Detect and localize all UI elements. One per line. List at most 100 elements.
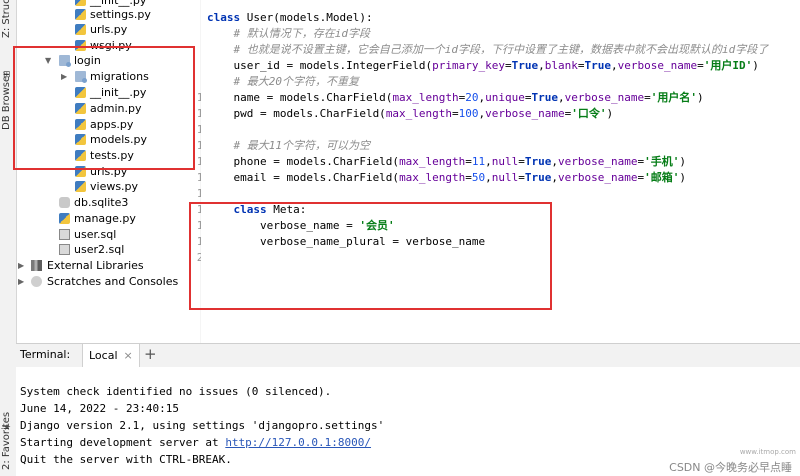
terminal-tab-bar: Terminal: Local × + <box>16 343 800 368</box>
code-token: max_length <box>399 171 466 184</box>
code-token: = <box>697 59 704 72</box>
tab-local[interactable]: Local × <box>82 344 140 367</box>
code-line: # 最大20个字符，不重复 <box>207 74 359 90</box>
code-token: # 默认情况下，存在id字段 <box>207 27 370 40</box>
chevron-right-icon[interactable]: ▶ <box>18 258 24 274</box>
code-token: True <box>524 155 552 168</box>
code-token: = <box>524 91 532 104</box>
code-token: null <box>491 171 519 184</box>
watermark-site: www.itmop.com <box>739 448 796 456</box>
code-token: primary_key <box>432 59 506 72</box>
terminal-line: Quit the server with CTRL-BREAK. <box>20 453 232 466</box>
code-token: '手机' <box>644 155 680 168</box>
terminal-line: June 14, 2022 - 23:40:15 <box>20 402 179 415</box>
python-file-icon <box>75 0 86 6</box>
code-token: , <box>611 59 618 72</box>
code-token: verbose_name <box>485 107 565 120</box>
code-token: ) <box>679 171 687 184</box>
python-file-icon <box>75 9 86 20</box>
close-icon[interactable]: × <box>124 349 133 362</box>
code-token: '用户名' <box>650 91 698 104</box>
code-line: user_id = models.IntegerField(primary_ke… <box>207 58 759 74</box>
code-token: = <box>518 155 525 168</box>
terminal-line: System check identified no issues (0 sil… <box>20 385 332 398</box>
code-token: True <box>531 91 559 104</box>
code-token: blank <box>544 59 578 72</box>
code-line: # 也就是说不设置主键，它会自己添加一个id字段，下行中设置了主键，数据表中就不… <box>207 42 768 58</box>
code-token: = <box>577 59 585 72</box>
python-file-icon <box>75 181 86 192</box>
code-token: = <box>644 91 651 104</box>
code-token: User(models.Model): <box>246 11 373 24</box>
code-token: verbose_name <box>558 155 638 168</box>
code-token: # 也就是说不设置主键，它会自己添加一个id字段，下行中设置了主键，数据表中就不… <box>207 43 769 56</box>
code-token: = <box>465 171 472 184</box>
scratches-icon <box>31 276 42 287</box>
code-line: # 默认情况下，存在id字段 <box>207 26 370 42</box>
terminal-line: Django version 2.1, using settings 'djan… <box>20 419 385 432</box>
code-token: = <box>465 155 472 168</box>
code-token: 20 <box>465 91 479 104</box>
code-token: max_length <box>392 91 459 104</box>
code-token: , <box>538 59 545 72</box>
favorites-tool-tab[interactable]: 2: Favorites <box>1 412 12 470</box>
code-line: pwd = models.CharField(max_length=100,ve… <box>207 106 613 122</box>
terminal-text: Starting development server at <box>20 436 226 449</box>
code-token: '邮箱' <box>644 171 680 184</box>
code-token: email = models.CharField( <box>207 171 400 184</box>
server-url-link[interactable]: http://127.0.0.1:8000/ <box>225 436 371 449</box>
db-browser-tool-tab[interactable]: DB Browser <box>1 72 12 130</box>
annotation-box-meta <box>189 202 552 310</box>
sql-file-icon <box>59 229 70 240</box>
code-token: , <box>558 91 565 104</box>
code-token: pwd = models.CharField( <box>207 107 386 120</box>
code-token: '口令' <box>571 107 607 120</box>
code-token: max_length <box>385 107 453 120</box>
chevron-right-icon[interactable]: ▶ <box>18 274 24 290</box>
code-token: # 最大11个字符，可以为空 <box>207 139 370 152</box>
code-token: = <box>505 59 512 72</box>
code-token: = <box>452 107 459 120</box>
terminal-line: Starting development server at http://12… <box>20 434 371 451</box>
code-token: True <box>511 59 539 72</box>
code-token: phone = models.CharField( <box>207 155 400 168</box>
code-token: ) <box>697 91 704 104</box>
code-token: verbose_name <box>558 171 638 184</box>
code-token: user_id = models.IntegerField( <box>207 59 433 72</box>
code-token: = <box>518 171 525 184</box>
code-token: verbose_name <box>564 91 645 104</box>
tab-local-label: Local <box>89 349 118 362</box>
code-token: 50 <box>471 171 486 184</box>
annotation-box-tree <box>13 46 195 170</box>
code-token: name = models.CharField( <box>207 91 393 104</box>
code-token: True <box>584 59 612 72</box>
structure-tool-tab[interactable]: Z: Structu <box>1 0 12 38</box>
database-file-icon <box>59 197 70 208</box>
code-token: , <box>485 171 492 184</box>
code-line: class User(models.Model): <box>207 10 373 26</box>
code-token: # 最大20个字符，不重复 <box>207 75 359 88</box>
terminal-title: Terminal: <box>20 348 71 361</box>
code-token: unique <box>485 91 525 104</box>
code-line: phone = models.CharField(max_length=11,n… <box>207 154 686 170</box>
sql-file-icon <box>59 244 70 255</box>
code-token: class <box>207 11 247 24</box>
code-token: '用户ID' <box>703 59 753 72</box>
code-line: name = models.CharField(max_length = 20, un… <box>207 90 704 106</box>
python-file-icon <box>75 24 86 35</box>
code-token: 100 <box>458 107 479 120</box>
library-icon <box>31 260 42 271</box>
code-token: max_length <box>399 155 466 168</box>
code-token: True <box>524 171 552 184</box>
python-file-icon <box>59 213 70 224</box>
code-token: ) <box>606 107 614 120</box>
watermark: CSDN @今晚务必早点睡 <box>669 461 792 474</box>
code-line: # 最大11个字符，可以为空 <box>207 138 370 154</box>
code-line: email = models.CharField(max_length=50,n… <box>207 170 686 186</box>
code-token: , <box>485 155 492 168</box>
add-tab-icon[interactable]: + <box>144 345 157 363</box>
code-token: ) <box>752 59 759 72</box>
code-token: ) <box>679 155 687 168</box>
code-token: null <box>491 155 519 168</box>
code-token: verbose_name <box>617 59 698 72</box>
